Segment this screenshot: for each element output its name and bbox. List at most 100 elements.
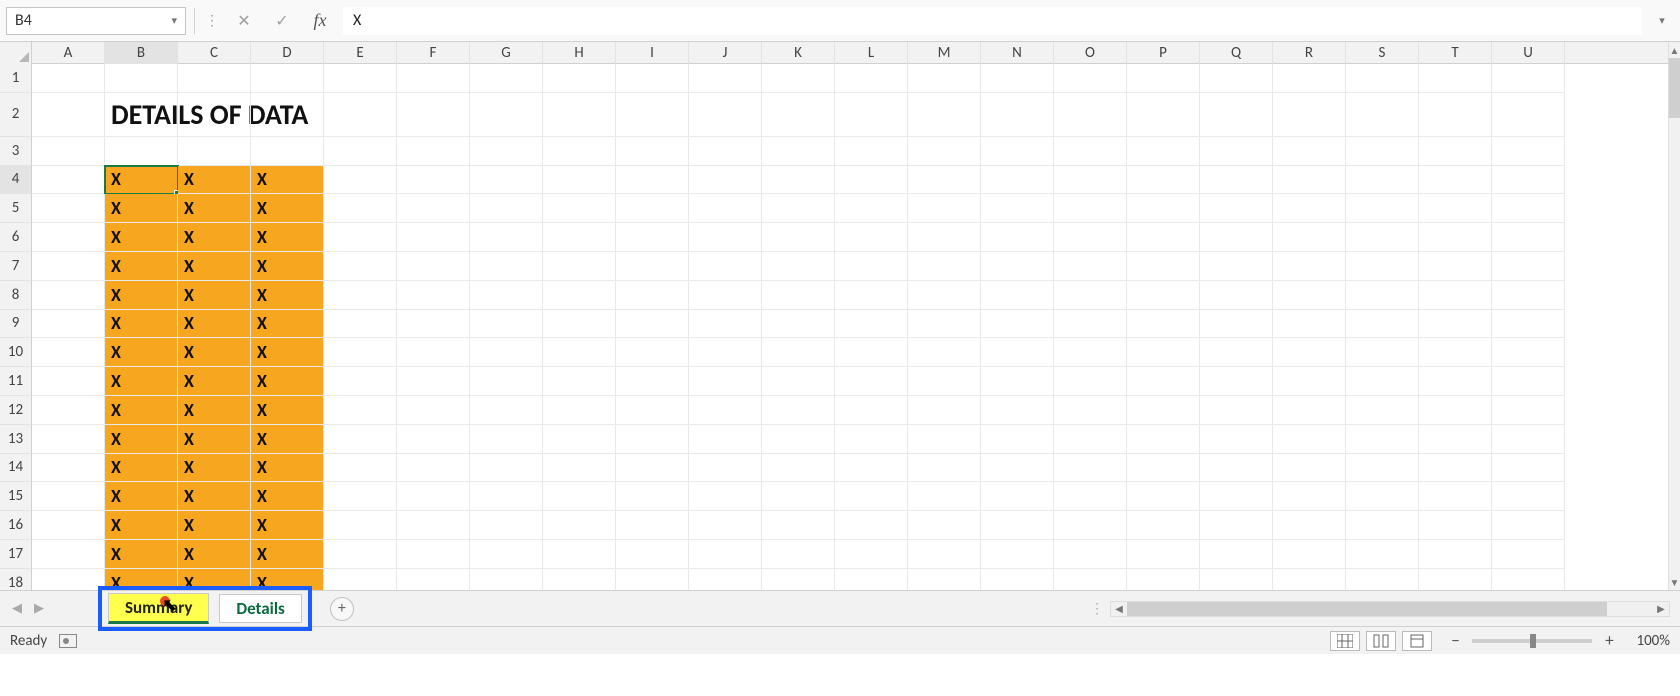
cell-K17[interactable] [762,540,835,569]
cell-Q6[interactable] [1200,223,1273,252]
cell-K14[interactable] [762,454,835,483]
cell-C16[interactable]: X [178,511,251,540]
cell-B15[interactable]: X [105,482,178,511]
cell-O7[interactable] [1054,252,1127,281]
zoom-in-button[interactable]: + [1600,630,1618,651]
column-header-I[interactable]: I [616,42,689,64]
row-header-17[interactable]: 17 [0,540,32,569]
cell-G1[interactable] [470,64,543,93]
cell-C4[interactable]: X [178,166,251,195]
cell-O15[interactable] [1054,482,1127,511]
cell-N15[interactable] [981,482,1054,511]
cell-M16[interactable] [908,511,981,540]
cell-G12[interactable] [470,396,543,425]
cell-A13[interactable] [32,425,105,454]
cell-O8[interactable] [1054,281,1127,310]
cell-Q5[interactable] [1200,194,1273,223]
cell-C3[interactable] [178,137,251,166]
cell-M13[interactable] [908,425,981,454]
cell-G2[interactable] [470,93,543,137]
cell-O6[interactable] [1054,223,1127,252]
cell-K10[interactable] [762,338,835,367]
cell-E1[interactable] [324,64,397,93]
view-normal-button[interactable] [1330,631,1360,651]
cell-R6[interactable] [1273,223,1346,252]
cell-F13[interactable] [397,425,470,454]
cell-K6[interactable] [762,223,835,252]
scroll-thumb[interactable] [1669,58,1680,118]
cell-I17[interactable] [616,540,689,569]
cell-S14[interactable] [1346,454,1419,483]
cell-T8[interactable] [1419,281,1492,310]
cell-N2[interactable] [981,93,1054,137]
cell-T17[interactable] [1419,540,1492,569]
scroll-left-button[interactable]: ◀ [1111,602,1127,615]
cell-C15[interactable]: X [178,482,251,511]
cell-O5[interactable] [1054,194,1127,223]
cell-Q1[interactable] [1200,64,1273,93]
cell-T1[interactable] [1419,64,1492,93]
cell-S1[interactable] [1346,64,1419,93]
zoom-slider[interactable] [1472,639,1592,643]
column-header-E[interactable]: E [324,42,397,64]
column-header-K[interactable]: K [762,42,835,64]
cell-J3[interactable] [689,137,762,166]
cell-U6[interactable] [1492,223,1565,252]
cell-C17[interactable]: X [178,540,251,569]
cell-R5[interactable] [1273,194,1346,223]
cell-M15[interactable] [908,482,981,511]
cell-J14[interactable] [689,454,762,483]
cell-O11[interactable] [1054,367,1127,396]
cell-U3[interactable] [1492,137,1565,166]
row-header-12[interactable]: 12 [0,396,32,425]
cell-I12[interactable] [616,396,689,425]
cell-J9[interactable] [689,310,762,339]
cell-R14[interactable] [1273,454,1346,483]
cell-C10[interactable]: X [178,338,251,367]
cell-T15[interactable] [1419,482,1492,511]
view-page-break-button[interactable] [1402,631,1432,651]
cell-E5[interactable] [324,194,397,223]
cell-F6[interactable] [397,223,470,252]
cell-I3[interactable] [616,137,689,166]
cell-H8[interactable] [543,281,616,310]
cell-T16[interactable] [1419,511,1492,540]
cell-M17[interactable] [908,540,981,569]
cell-R11[interactable] [1273,367,1346,396]
cell-E9[interactable] [324,310,397,339]
cell-Q12[interactable] [1200,396,1273,425]
cell-J16[interactable] [689,511,762,540]
cell-U10[interactable] [1492,338,1565,367]
cell-A3[interactable] [32,137,105,166]
cell-R9[interactable] [1273,310,1346,339]
cell-D1[interactable] [251,64,324,93]
cell-K7[interactable] [762,252,835,281]
row-header-15[interactable]: 15 [0,482,32,511]
cell-O9[interactable] [1054,310,1127,339]
cell-C14[interactable]: X [178,454,251,483]
tab-scroll-prev[interactable]: ◀ [6,601,28,616]
cell-U1[interactable] [1492,64,1565,93]
cell-K11[interactable] [762,367,835,396]
cell-T6[interactable] [1419,223,1492,252]
cell-E17[interactable] [324,540,397,569]
cell-J13[interactable] [689,425,762,454]
cell-A10[interactable] [32,338,105,367]
cell-G9[interactable] [470,310,543,339]
cell-N17[interactable] [981,540,1054,569]
cell-R4[interactable] [1273,166,1346,195]
cell-S9[interactable] [1346,310,1419,339]
cell-I8[interactable] [616,281,689,310]
cells-area[interactable]: DETAILS OF DATAXXXXXXXXXXXXXXXXXXXXXXXXX… [32,64,1668,590]
cell-L5[interactable] [835,194,908,223]
cell-J11[interactable] [689,367,762,396]
cell-J4[interactable] [689,166,762,195]
cell-O4[interactable] [1054,166,1127,195]
cell-B6[interactable]: X [105,223,178,252]
cell-I4[interactable] [616,166,689,195]
name-box[interactable]: B4 ▾ [6,7,186,35]
column-header-M[interactable]: M [908,42,981,64]
cell-T4[interactable] [1419,166,1492,195]
cell-U5[interactable] [1492,194,1565,223]
cell-U4[interactable] [1492,166,1565,195]
